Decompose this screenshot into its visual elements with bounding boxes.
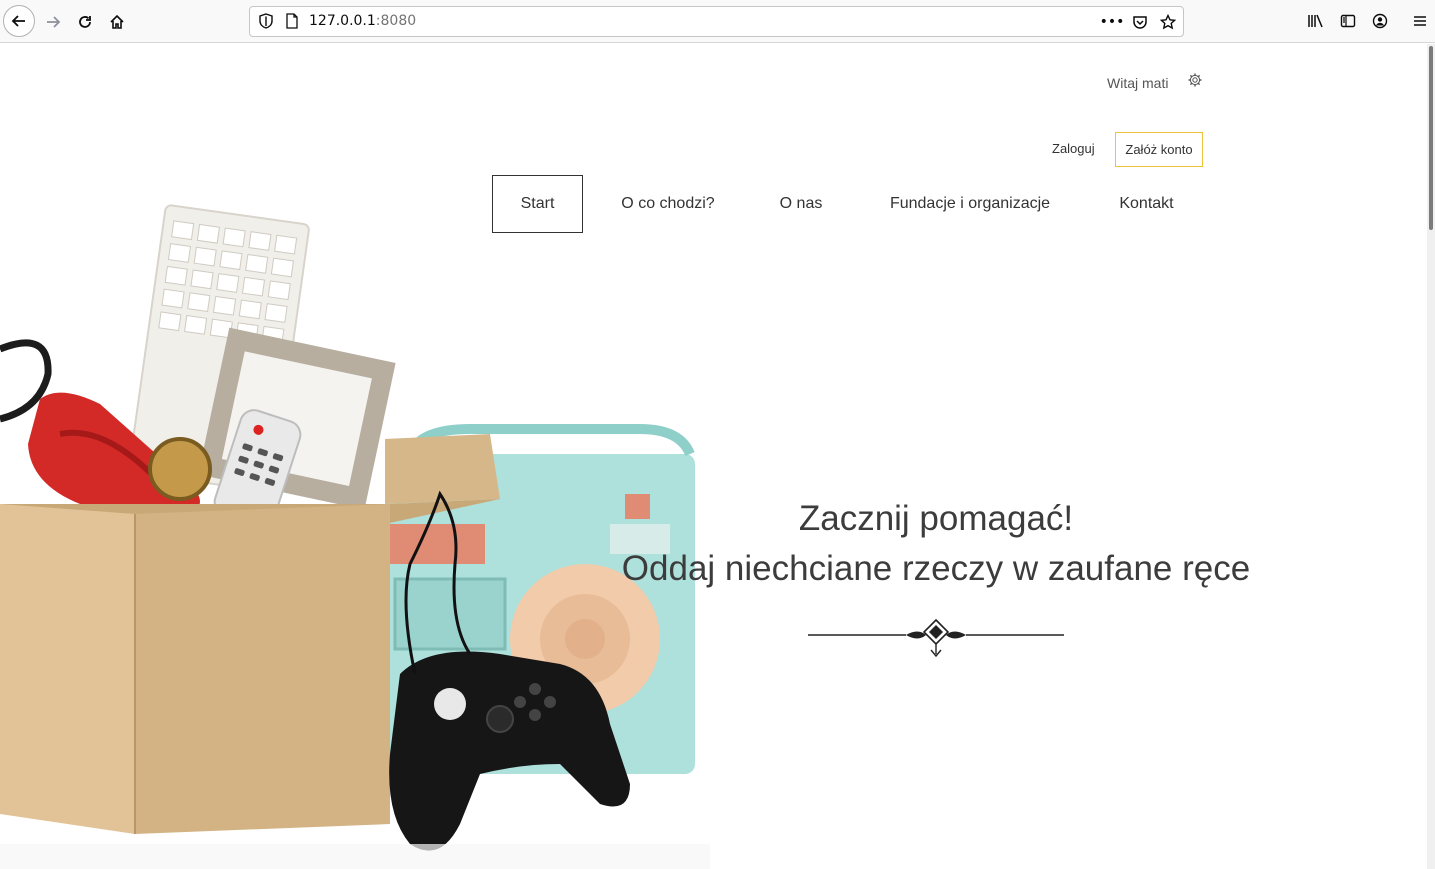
address-bar[interactable]: 127.0.0.1:8080 ••• [249, 6, 1184, 37]
arrow-left-icon [11, 15, 25, 27]
home-button[interactable] [101, 6, 133, 38]
gear-icon[interactable] [1187, 72, 1203, 88]
back-button[interactable] [3, 5, 35, 37]
url-text[interactable]: 127.0.0.1:8080 [309, 13, 416, 29]
register-button[interactable]: Załóż konto [1115, 132, 1203, 167]
reload-icon [79, 16, 91, 28]
shield-icon[interactable] [258, 13, 274, 29]
nav-foundations[interactable]: Fundacje i organizacje [873, 175, 1067, 233]
page-icon[interactable] [284, 13, 300, 29]
star-icon[interactable] [1158, 12, 1178, 32]
page-content: Witaj mati Zaloguj Załóż konto Start O c… [0, 44, 1427, 869]
browser-toolbar: 127.0.0.1:8080 ••• [0, 0, 1435, 43]
hero-title-line2: Oddaj niechciane rzeczy w zaufane ręce [621, 549, 1251, 588]
reload-button[interactable] [69, 6, 101, 38]
home-icon [110, 14, 124, 29]
url-port: :8080 [375, 13, 417, 29]
scrollbar-thumb[interactable] [1429, 46, 1433, 230]
nav-about-us[interactable]: O nas [765, 175, 837, 233]
login-link[interactable]: Zaloguj [1052, 141, 1095, 156]
greeting-text: Witaj mati [1107, 75, 1169, 91]
page-scrollbar[interactable] [1427, 44, 1435, 869]
library-icon[interactable] [1305, 10, 1327, 32]
hero-image [0, 204, 710, 869]
page-actions-icon[interactable]: ••• [1100, 12, 1125, 32]
hero-title-line1: Zacznij pomagać! [798, 499, 1074, 538]
url-host: 127.0.0.1 [309, 13, 376, 29]
account-icon[interactable] [1369, 10, 1391, 32]
compass-illustration [148, 437, 212, 501]
pocket-icon[interactable] [1130, 12, 1150, 32]
menu-icon[interactable] [1409, 10, 1431, 32]
nav-contact[interactable]: Kontakt [1103, 175, 1190, 233]
arrow-right-icon [47, 16, 61, 28]
hero-headline: Zacznij pomagać! Oddaj niechciane rzeczy… [610, 494, 1262, 594]
decoration-ornament [808, 618, 1064, 658]
sidebar-icon[interactable] [1337, 10, 1359, 32]
forward-button[interactable] [37, 6, 69, 38]
